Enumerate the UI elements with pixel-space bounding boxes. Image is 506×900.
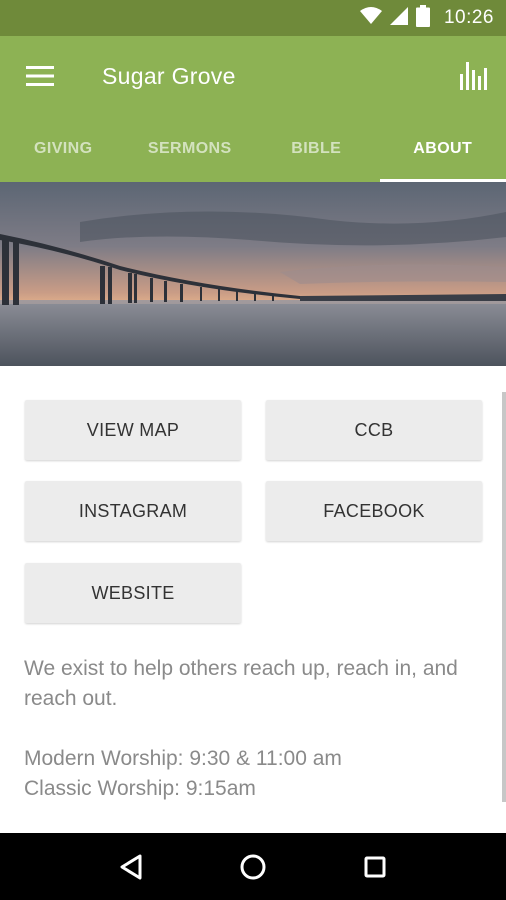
worship-times: Modern Worship: 9:30 & 11:00 am Classic … [24, 744, 494, 804]
facebook-button[interactable]: FACEBOOK [266, 481, 482, 541]
signal-icon [389, 6, 408, 30]
instagram-button[interactable]: INSTAGRAM [25, 481, 241, 541]
menu-icon [26, 66, 54, 86]
home-icon [240, 854, 266, 879]
tab-sermons[interactable]: SERMONS [127, 116, 254, 182]
website-button[interactable]: WEBSITE [25, 563, 241, 623]
status-bar: 10:26 [0, 0, 506, 36]
menu-button[interactable] [0, 36, 80, 116]
hero-image [0, 182, 506, 366]
tab-about[interactable]: ABOUT [379, 116, 506, 182]
app-bar: Sugar Grove [0, 36, 506, 116]
app-title: Sugar Grove [102, 62, 236, 89]
home-button[interactable] [223, 837, 283, 897]
modern-worship-time: Modern Worship: 9:30 & 11:00 am [24, 747, 342, 770]
recents-icon [364, 856, 386, 877]
tab-giving[interactable]: GIVING [0, 116, 127, 182]
view-map-button[interactable]: VIEW MAP [25, 400, 241, 460]
tab-bar: GIVING SERMONS BIBLE ABOUT [0, 116, 506, 182]
wifi-icon [359, 6, 382, 30]
stats-button[interactable] [442, 36, 506, 116]
recents-button[interactable] [345, 837, 405, 897]
ccb-button[interactable]: CCB [266, 400, 482, 460]
clock: 10:26 [443, 7, 494, 28]
bar-chart-icon [460, 62, 487, 90]
back-button[interactable] [101, 837, 161, 897]
system-nav-bar [0, 833, 506, 900]
battery-icon [415, 4, 430, 32]
scrollbar[interactable] [502, 392, 506, 802]
classic-worship-time: Classic Worship: 9:15am [24, 777, 256, 800]
about-content: VIEW MAP CCB INSTAGRAM FACEBOOK WEBSITE … [0, 366, 506, 833]
tab-bible[interactable]: BIBLE [253, 116, 380, 182]
back-icon [120, 854, 142, 879]
about-description: We exist to help others reach up, reach … [24, 657, 458, 710]
